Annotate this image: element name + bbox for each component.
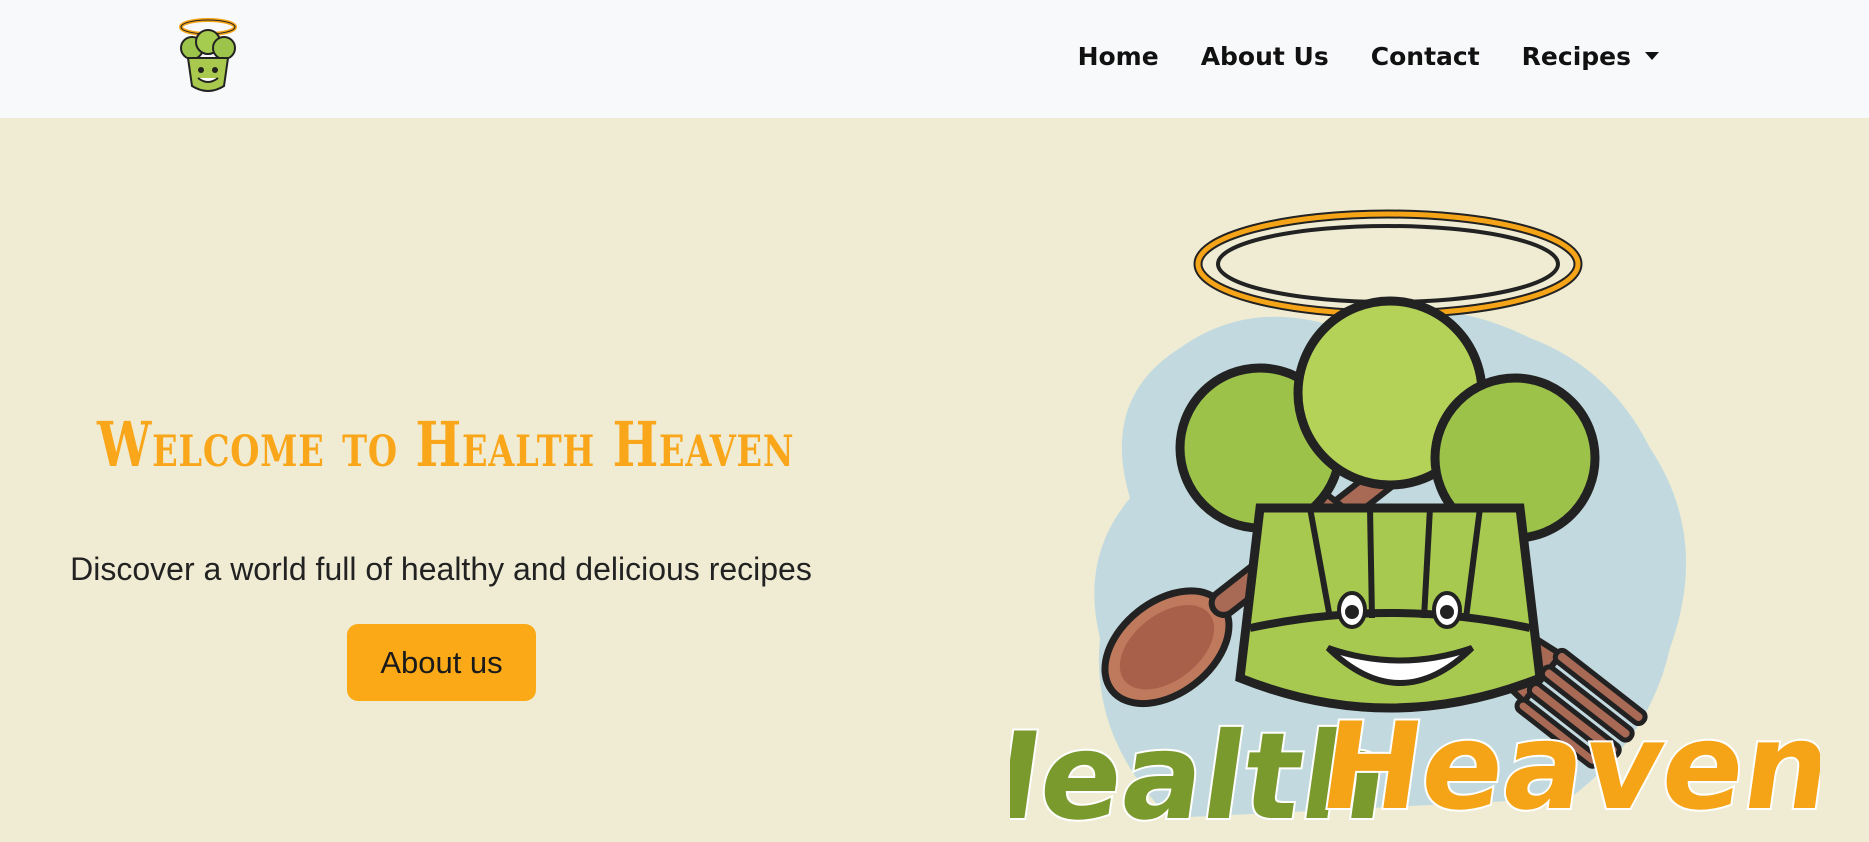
hero-section: Welcome to Health Heaven Discover a worl…	[0, 118, 1869, 842]
hero-subtitle: Discover a world full of healthy and del…	[70, 551, 812, 587]
navbar: Home About Us Contact Recipes	[0, 0, 1869, 118]
chevron-down-icon	[1645, 52, 1659, 60]
nav-about-us-link[interactable]: About Us	[1201, 42, 1329, 71]
hero-title: Welcome to Health Heaven	[97, 408, 795, 481]
nav-contact-link[interactable]: Contact	[1371, 42, 1480, 71]
about-us-button[interactable]: About us	[347, 624, 536, 701]
brand-logo-icon[interactable]	[172, 18, 244, 96]
nav-recipes-dropdown[interactable]: Recipes	[1522, 42, 1659, 71]
logo-word-heaven: Heaven	[1312, 698, 1820, 837]
nav-recipes-label: Recipes	[1521, 41, 1631, 71]
main-nav: Home About Us Contact Recipes	[1078, 0, 1659, 112]
nav-home-link[interactable]: Home	[1078, 42, 1159, 71]
health-heaven-logo-icon: Health Heaven	[929, 178, 1842, 842]
